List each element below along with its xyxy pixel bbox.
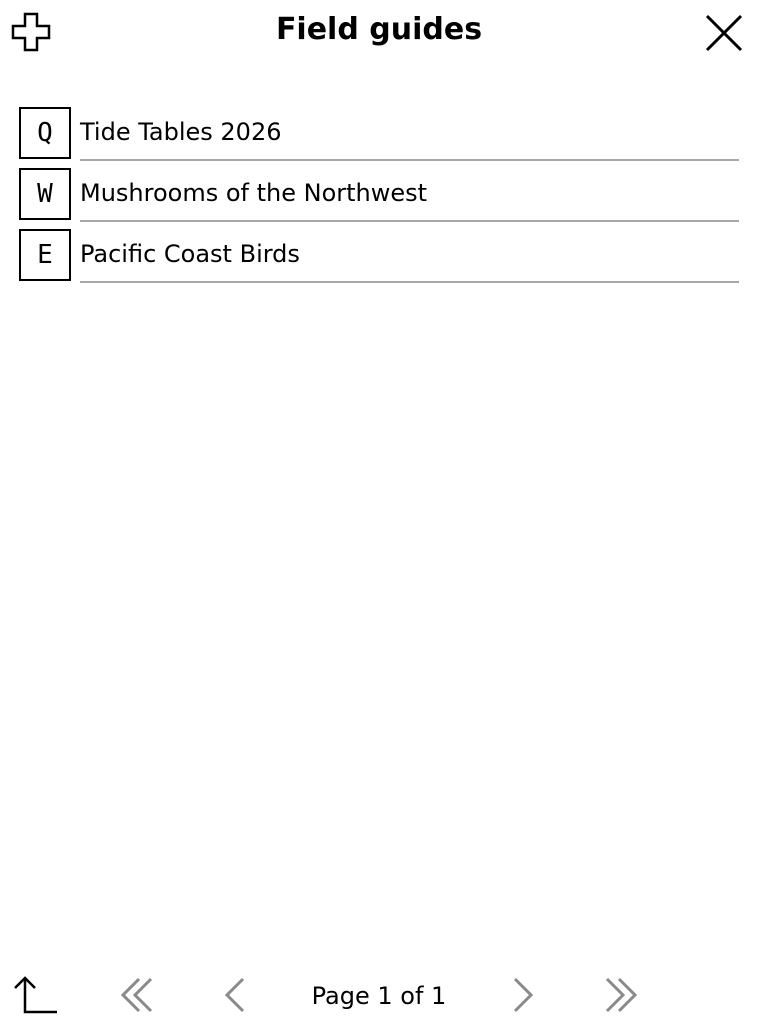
shortcut-key: Q [19,107,71,159]
row-divider [80,281,739,283]
item-label: Mushrooms of the Northwest [80,179,428,207]
footer-bar: Page 1 of 1 [0,960,758,1024]
shortcut-key: E [19,229,71,281]
double-chevron-left-icon [120,977,153,1013]
go-up-button[interactable] [10,970,60,1020]
last-page-button[interactable] [594,970,644,1020]
next-page-button[interactable] [498,970,548,1020]
chevron-right-icon [513,977,534,1013]
prev-page-button[interactable] [212,970,262,1020]
item-label: Tide Tables 2026 [80,118,282,146]
guide-list: Q Tide Tables 2026 W Mushrooms of the No… [0,100,758,283]
item-label: Pacific Coast Birds [80,240,300,268]
close-x-icon [705,14,743,52]
header-bar: Field guides [0,0,758,64]
page-indicator[interactable]: Page 1 of 1 [280,974,478,1018]
page-title: Field guides [275,12,483,47]
list-item[interactable]: E Pacific Coast Birds [0,222,758,283]
close-button[interactable] [700,9,748,57]
chevron-left-icon [224,977,245,1013]
add-button[interactable] [8,9,56,55]
go-up-icon [14,976,57,1014]
list-item[interactable]: W Mushrooms of the Northwest [0,161,758,222]
shortcut-key: W [19,168,71,220]
list-item[interactable]: Q Tide Tables 2026 [0,100,758,161]
first-page-button[interactable] [114,970,164,1020]
double-chevron-right-icon [605,977,638,1013]
plus-outline-icon [11,12,51,52]
